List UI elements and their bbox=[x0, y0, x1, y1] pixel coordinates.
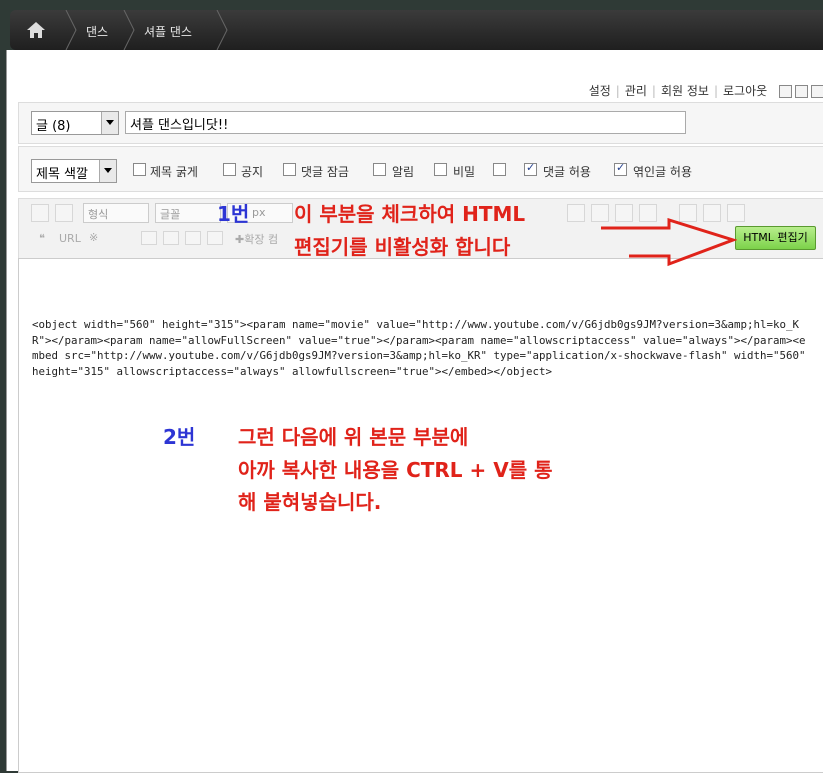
annotation-arrow-icon bbox=[601, 218, 737, 267]
divider-icon[interactable] bbox=[185, 231, 201, 245]
home-icon bbox=[27, 22, 45, 38]
notice-label: 공지 bbox=[241, 165, 264, 179]
step1-text-line1: 이 부분을 체크하여 HTML bbox=[294, 202, 526, 226]
title-color-select-value: 제목 색깔 bbox=[36, 167, 88, 182]
table-icon[interactable] bbox=[141, 231, 157, 245]
secret-label: 비밀 bbox=[453, 165, 476, 179]
quote-icon[interactable]: ❝ bbox=[39, 232, 45, 245]
bold-title-checkbox[interactable] bbox=[133, 163, 146, 176]
extend-component-button[interactable]: ✚확장 컴 bbox=[235, 231, 278, 247]
special-char-icon[interactable]: ※ bbox=[89, 231, 98, 244]
editor-body[interactable]: <object width="560" height="315"><param … bbox=[18, 258, 823, 773]
step2-text-line1: 그런 다음에 위 본문 부분에 bbox=[238, 425, 469, 449]
allow-comments-label: 댓글 허용 bbox=[543, 165, 591, 179]
url-button[interactable]: URL bbox=[59, 232, 81, 245]
lock-comments-label: 댓글 잠금 bbox=[301, 165, 349, 179]
undo-icon[interactable] bbox=[31, 204, 49, 222]
breadcrumb-separator-icon bbox=[123, 10, 135, 50]
notify-label: 알림 bbox=[392, 165, 415, 179]
breadcrumb-item-shuffle-dance[interactable]: 셔플 댄스 bbox=[144, 23, 192, 40]
format-select[interactable]: 형식 bbox=[83, 203, 149, 223]
step1-number: 1번 bbox=[217, 202, 250, 226]
step2-text-line2: 아까 복사한 내용을 CTRL + V를 통 bbox=[238, 458, 553, 482]
bold-title-label: 제목 굵게 bbox=[150, 165, 198, 179]
allow-comments-checkbox[interactable] bbox=[524, 161, 537, 176]
secret-checkbox[interactable] bbox=[434, 163, 447, 176]
breadcrumb-separator-icon bbox=[216, 10, 228, 50]
allow-trackback-checkbox[interactable] bbox=[614, 161, 627, 176]
gallery-view-icon[interactable] bbox=[795, 85, 808, 98]
title-input[interactable]: 셔플 댄스입니닷!! bbox=[125, 111, 686, 134]
title-row: 글 (8) 셔플 댄스입니닷!! bbox=[18, 102, 823, 144]
write-page: 설정 | 관리 | 회원 정보 | 로그아웃 글 (8) 셔플 댄스입니닷!! 제목 색깔 … bbox=[6, 50, 823, 773]
member-info-link[interactable]: 회원 정보 bbox=[656, 84, 714, 98]
step2-number: 2번 bbox=[163, 425, 196, 449]
logout-link[interactable]: 로그아웃 bbox=[718, 84, 772, 98]
redo-icon[interactable] bbox=[55, 204, 73, 222]
account-links: 설정 | 관리 | 회원 정보 | 로그아웃 bbox=[584, 82, 823, 99]
format-select-value: 형식 bbox=[88, 208, 109, 221]
options-row: 제목 색깔 제목 굵게 공지 댓글 잠금 알림 비밀 댓글 허용 엮인글 허용 bbox=[18, 146, 823, 192]
unlabeled-checkbox[interactable] bbox=[493, 163, 506, 176]
html-editor-button[interactable]: HTML 편집기 bbox=[735, 226, 816, 250]
home-button[interactable] bbox=[10, 10, 65, 50]
font-size-select-value: px bbox=[252, 206, 266, 219]
category-select[interactable]: 글 (8) bbox=[31, 111, 119, 135]
breadcrumb-separator-icon bbox=[65, 10, 77, 50]
top-navigation-bar: 댄스 셔플 댄스 bbox=[10, 10, 823, 50]
allow-trackback-label: 엮인글 허용 bbox=[633, 165, 693, 179]
breadcrumb-item-dance[interactable]: 댄스 bbox=[86, 23, 108, 40]
title-color-select[interactable]: 제목 색깔 bbox=[31, 159, 117, 183]
category-select-value: 글 (8) bbox=[36, 119, 71, 134]
webzine-view-icon[interactable] bbox=[811, 85, 823, 98]
lock-comments-checkbox[interactable] bbox=[283, 163, 296, 176]
list-view-icon[interactable] bbox=[779, 85, 792, 98]
manage-link[interactable]: 관리 bbox=[620, 84, 652, 98]
box-icon[interactable] bbox=[163, 231, 179, 245]
chevron-down-icon bbox=[101, 112, 118, 134]
editor-content: <object width="560" height="315"><param … bbox=[32, 318, 813, 378]
settings-link[interactable]: 설정 bbox=[584, 84, 616, 98]
align-left-icon[interactable] bbox=[567, 204, 585, 222]
step2-text-line3: 해 붙혀넣습니다. bbox=[238, 490, 382, 514]
column-icon[interactable] bbox=[207, 231, 223, 245]
font-select[interactable]: 글꼴 bbox=[155, 203, 221, 223]
extend-component-label: 확장 컴 bbox=[244, 233, 279, 246]
notice-checkbox[interactable] bbox=[223, 163, 236, 176]
notify-checkbox[interactable] bbox=[373, 163, 386, 176]
step1-text-line2: 편집기를 비활성화 합니다 bbox=[294, 235, 511, 259]
font-select-value: 글꼴 bbox=[160, 208, 181, 221]
chevron-down-icon bbox=[99, 160, 116, 182]
